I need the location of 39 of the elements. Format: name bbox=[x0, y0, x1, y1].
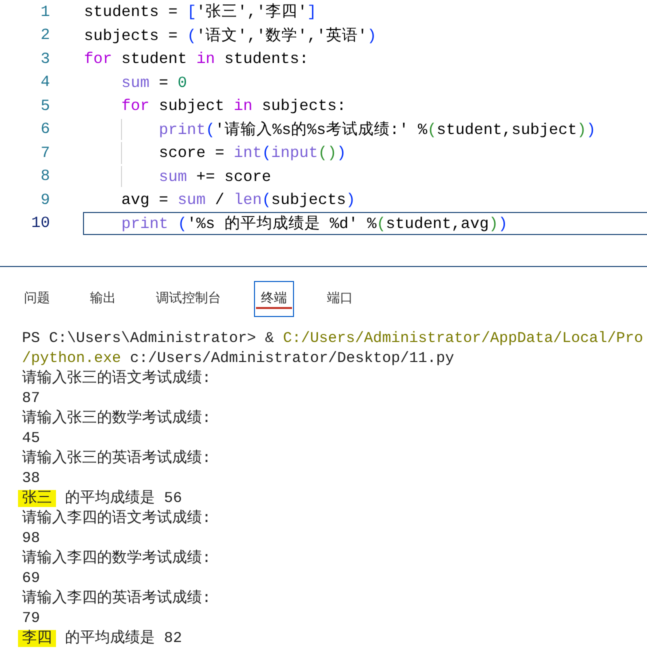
panel-tab[interactable]: 端口 bbox=[320, 281, 360, 317]
code-line: sum += score bbox=[83, 164, 647, 188]
terminal-line: 请输入李四的数学考试成绩: bbox=[22, 549, 212, 569]
line-number: 4 bbox=[40, 73, 50, 92]
line-number: 6 bbox=[40, 120, 50, 138]
code-line: for student in students: bbox=[83, 49, 310, 70]
terminal-line: /python.exe c:/Users/Administrator/Desktop/11.py bbox=[22, 349, 454, 369]
line-number: 5 bbox=[40, 96, 50, 115]
code-line: students = ['张三','李四'] bbox=[83, 2, 318, 23]
terminal-line: 请输入李四的英语考试成绩: bbox=[22, 589, 212, 609]
line-number: 8 bbox=[40, 167, 50, 186]
terminal-line: 38 bbox=[22, 469, 40, 489]
line-number: 2 bbox=[40, 26, 50, 44]
panel-tab[interactable]: 调试控制台 bbox=[149, 281, 228, 317]
line-number: 10 bbox=[30, 214, 50, 232]
line-number: 1 bbox=[40, 2, 50, 21]
terminal-line: 45 bbox=[22, 429, 40, 449]
line-number: 7 bbox=[40, 144, 50, 162]
panel-tab[interactable]: 问题 bbox=[17, 281, 57, 317]
code-line: print ('%s 的平均成绩是 %d' %(student,avg)) bbox=[83, 212, 647, 235]
panel-tab[interactable]: 终端 bbox=[254, 281, 294, 317]
code-line: avg = sum / len(subjects) bbox=[120, 190, 356, 211]
line-number: 3 bbox=[40, 50, 50, 68]
code-line: print('请输入%s的%s考试成绩:' %(student,subject)) bbox=[83, 118, 647, 141]
terminal-line: 请输入张三的英语考试成绩: bbox=[22, 449, 212, 469]
terminal-line: 79 bbox=[22, 609, 40, 629]
terminal-line: 请输入张三的语文考试成绩: bbox=[22, 369, 212, 389]
terminal-line: 87 bbox=[22, 389, 40, 409]
line-number: 9 bbox=[40, 190, 50, 209]
terminal-line: PS C:\Users\Administrator> & C:/Users/Administrator/AppData/Local/Pro bbox=[22, 329, 644, 349]
code-line: for subject in subjects: bbox=[120, 96, 348, 117]
panel-tab[interactable]: 输出 bbox=[83, 281, 123, 317]
terminal-line: 69 bbox=[22, 569, 40, 589]
code-line: subjects = ('语文','数学','英语') bbox=[83, 26, 378, 46]
terminal-line: 98 bbox=[22, 529, 40, 549]
code-line: score = int(input()) bbox=[83, 141, 647, 164]
terminal-line: 请输入李四的语文考试成绩: bbox=[22, 509, 212, 529]
terminal-line: 请输入张三的数学考试成绩: bbox=[22, 409, 212, 429]
code-line: sum = 0 bbox=[120, 72, 188, 94]
